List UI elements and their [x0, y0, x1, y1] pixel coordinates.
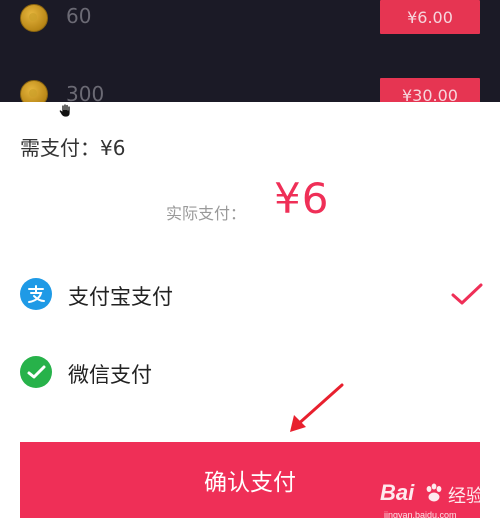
watermark-logo-text: Bai — [380, 480, 415, 505]
wechat-pay-icon — [20, 356, 52, 388]
paw-icon — [426, 483, 442, 502]
coin-amount: 60 — [66, 4, 92, 28]
payment-option-wechat[interactable]: 微信支付 — [0, 354, 500, 394]
annotation-arrow-icon — [290, 383, 344, 432]
payment-option-label: 支付宝支付 — [68, 285, 173, 309]
amount-due: 需支付：¥6 — [20, 136, 126, 160]
payment-option-alipay[interactable]: 支付宝支付 — [0, 276, 500, 316]
watermark-url: jingyan.baidu.com — [384, 510, 457, 520]
actual-pay-label: 实际支付： — [166, 204, 247, 223]
coin-package-list: 60 ¥6.00 300 ¥30.00 — [0, 0, 500, 112]
baidu-jingyan-watermark: Bai 经验 jingyan.baidu.com — [380, 480, 498, 526]
actual-pay-amount: ¥6 — [274, 174, 330, 223]
watermark-suffix: 经验 — [448, 486, 484, 506]
coin-icon — [20, 4, 48, 32]
checkmark-icon — [451, 283, 483, 305]
price-button[interactable]: ¥6.00 — [380, 0, 480, 34]
hand-cursor-icon — [59, 103, 71, 118]
payment-option-label: 微信支付 — [68, 363, 152, 387]
alipay-icon — [20, 278, 52, 310]
coin-package-row[interactable]: 60 ¥6.00 — [0, 0, 500, 44]
payment-sheet: 需支付：¥6 实际支付： ¥6 支付宝支付 微信支付 确认支付 — [0, 102, 500, 528]
